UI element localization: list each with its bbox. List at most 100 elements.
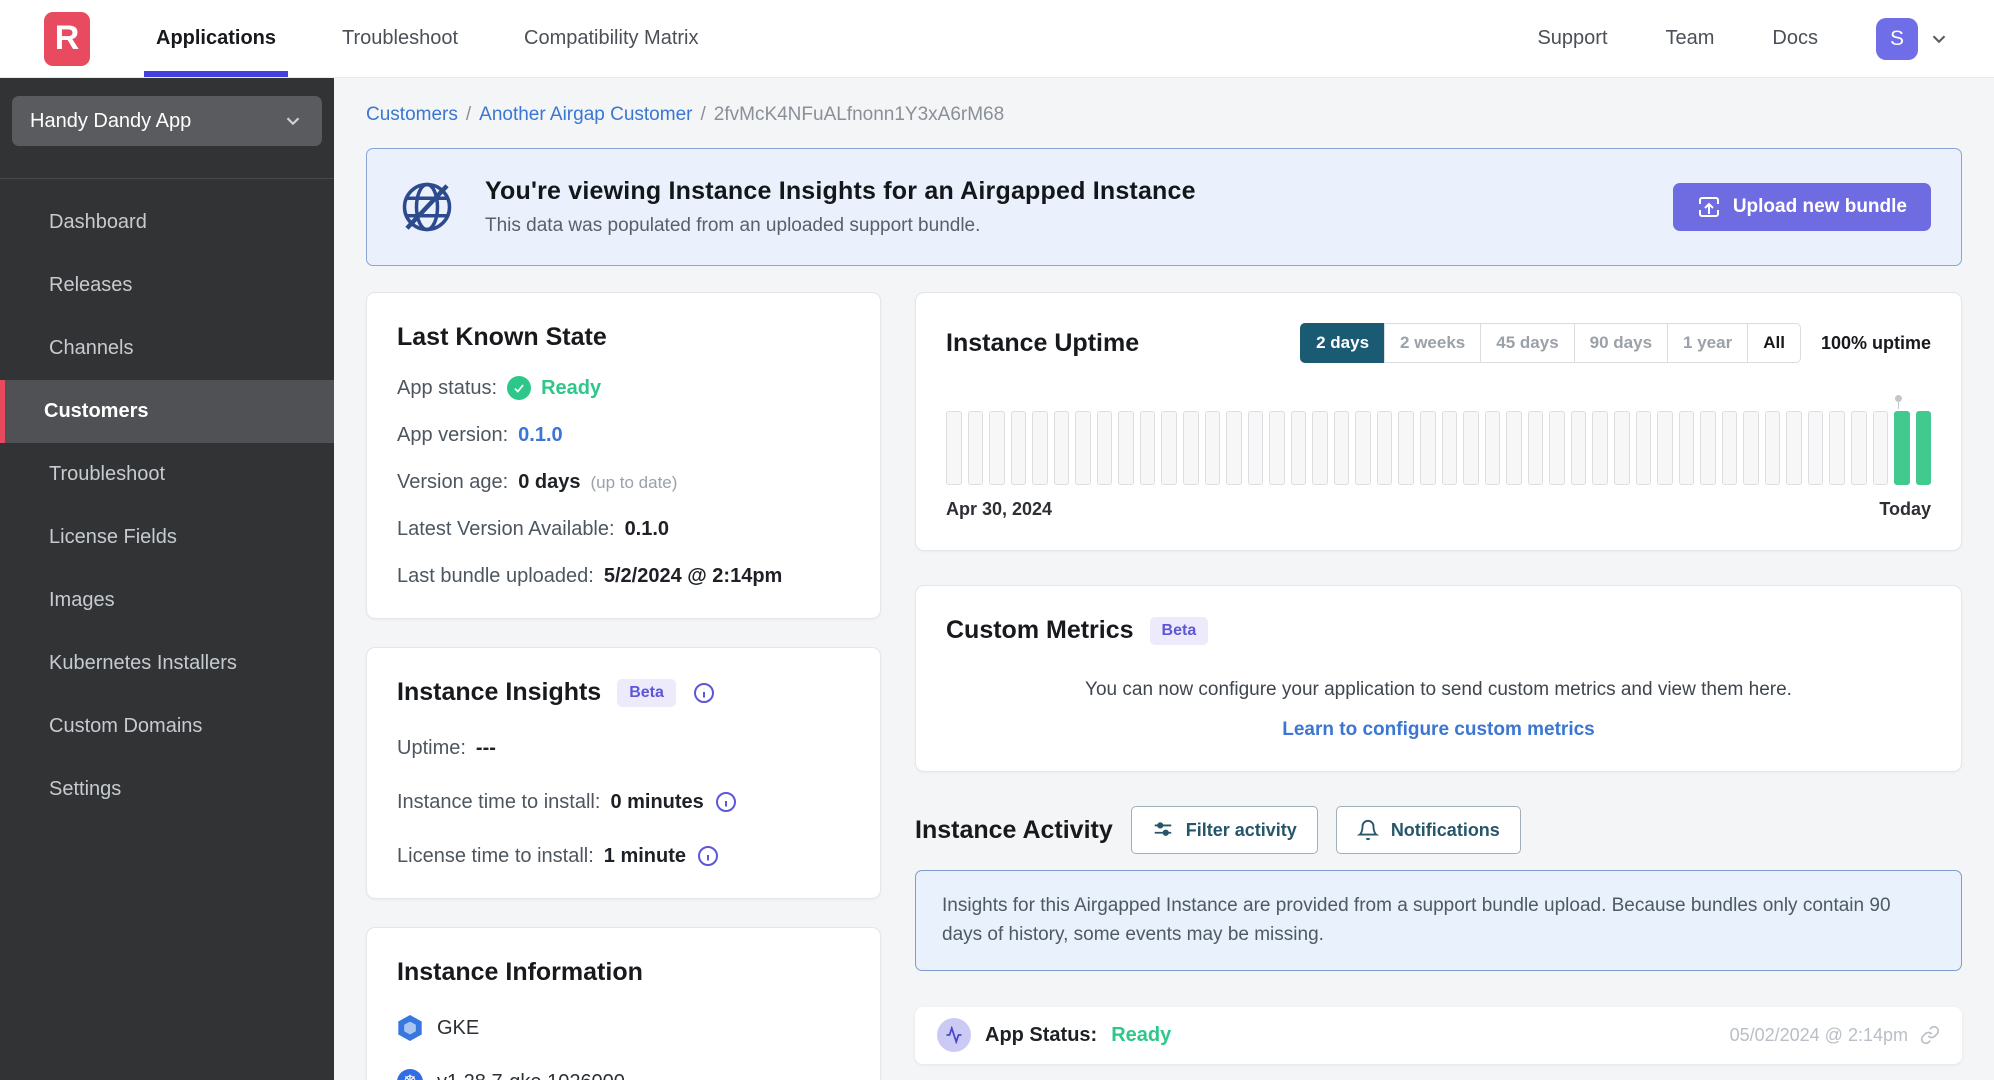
uptime-bar-empty[interactable]	[967, 411, 984, 485]
uptime-bar-empty[interactable]	[1657, 411, 1673, 485]
uptime-bar-up[interactable]	[1915, 411, 1932, 485]
sidebar-item-custom-domains[interactable]: Custom Domains	[0, 695, 334, 758]
activity-events-list: App Status: Ready 05/02/2024 @ 2:14pm	[915, 1006, 1962, 1080]
uptime-bar-empty[interactable]	[1463, 411, 1479, 485]
app-status-value: Ready	[541, 376, 602, 399]
sidebar-item-customers[interactable]: Customers	[0, 380, 334, 443]
top-nav-links: Applications Troubleshoot Compatibility …	[143, 0, 699, 77]
breadcrumb-customers-link[interactable]: Customers	[366, 104, 458, 126]
uptime-bar-empty[interactable]	[1786, 411, 1802, 485]
uptime-bar-empty[interactable]	[1247, 411, 1264, 485]
sidebar-item-dashboard[interactable]: Dashboard	[0, 191, 334, 254]
range-button-2-days[interactable]: 2 days	[1300, 323, 1386, 363]
sidebar-item-settings[interactable]: Settings	[0, 758, 334, 821]
notifications-button[interactable]: Notifications	[1335, 806, 1521, 854]
sidebar-item-releases[interactable]: Releases	[0, 254, 334, 317]
uptime-bar-empty[interactable]	[1570, 411, 1587, 485]
uptime-bar-empty[interactable]	[1484, 411, 1501, 485]
sidebar-item-channels[interactable]: Channels	[0, 317, 334, 380]
filter-activity-button[interactable]: Filter activity	[1130, 806, 1318, 854]
nav-item-compatibility-matrix[interactable]: Compatibility Matrix	[524, 0, 698, 77]
info-icon[interactable]	[714, 790, 738, 814]
app-selector-label: Handy Dandy App	[30, 109, 192, 132]
uptime-bar-empty[interactable]	[1678, 411, 1695, 485]
info-icon[interactable]	[696, 844, 720, 868]
nav-item-support[interactable]: Support	[1537, 0, 1607, 78]
link-icon[interactable]	[1920, 1025, 1940, 1045]
nav-item-troubleshoot[interactable]: Troubleshoot	[342, 0, 458, 77]
info-icon[interactable]	[692, 681, 716, 705]
uptime-bar-empty[interactable]	[1441, 411, 1458, 485]
uptime-bar-empty[interactable]	[1139, 411, 1156, 485]
uptime-bar-empty[interactable]	[946, 411, 962, 485]
activity-event-row[interactable]: App Status: Ready 05/02/2024 @ 2:14pm	[915, 1006, 1962, 1064]
app-selector-dropdown[interactable]: Handy Dandy App	[12, 96, 322, 146]
uptime-bar-empty[interactable]	[1743, 411, 1759, 485]
uptime-bar-empty[interactable]	[1269, 411, 1285, 485]
sidebar-divider	[0, 178, 334, 179]
uptime-bar-empty[interactable]	[1613, 411, 1630, 485]
uptime-bar-empty[interactable]	[1290, 411, 1307, 485]
uptime-bar-empty[interactable]	[1807, 411, 1824, 485]
sidebar-item-kubernetes-installers[interactable]: Kubernetes Installers	[0, 632, 334, 695]
uptime-bar-empty[interactable]	[1312, 411, 1328, 485]
range-button-1-year[interactable]: 1 year	[1667, 323, 1749, 363]
uptime-bar-empty[interactable]	[1764, 411, 1781, 485]
nav-item-applications[interactable]: Applications	[143, 0, 289, 77]
uptime-bar-empty[interactable]	[1032, 411, 1048, 485]
uptime-bar-empty[interactable]	[1010, 411, 1027, 485]
uptime-bar-empty[interactable]	[1549, 411, 1565, 485]
uptime-bar-empty[interactable]	[1355, 411, 1371, 485]
uptime-bar-empty[interactable]	[1829, 411, 1845, 485]
breadcrumb-instance-id: 2fvMcK4NFuALfnonn1Y3xA6rM68	[713, 104, 1005, 125]
uptime-bar-empty[interactable]	[1592, 411, 1608, 485]
uptime-bar-empty[interactable]	[1527, 411, 1544, 485]
breadcrumb-customer-link[interactable]: Another Airgap Customer	[479, 104, 692, 126]
nav-item-docs[interactable]: Docs	[1772, 0, 1818, 78]
uptime-bar-empty[interactable]	[1420, 411, 1436, 485]
range-button-90-days[interactable]: 90 days	[1573, 323, 1669, 363]
uptime-bar-empty[interactable]	[1376, 411, 1393, 485]
range-button-45-days[interactable]: 45 days	[1480, 323, 1575, 363]
avatar[interactable]: S	[1876, 17, 1918, 60]
instance-activity-header: Instance Activity Filter activity Notifi…	[915, 806, 1962, 854]
row-label: Instance time to install:	[397, 790, 601, 813]
app-version-link[interactable]: 0.1.0	[518, 424, 562, 447]
uptime-bar-empty[interactable]	[1721, 411, 1738, 485]
chevron-down-icon[interactable]	[1928, 28, 1950, 50]
instance-time-value: 0 minutes	[610, 790, 704, 813]
uptime-bar-empty[interactable]	[1204, 411, 1221, 485]
sidebar-item-troubleshoot[interactable]: Troubleshoot	[0, 443, 334, 506]
uptime-bar-empty[interactable]	[1850, 411, 1867, 485]
uptime-bar-empty[interactable]	[1398, 411, 1415, 485]
uptime-bar-empty[interactable]	[1226, 411, 1242, 485]
license-time-value: 1 minute	[603, 844, 687, 867]
instance-uptime-card: Instance Uptime 2 days 2 weeks 45 days 9…	[915, 292, 1962, 551]
range-button-all[interactable]: All	[1747, 323, 1801, 363]
uptime-bar-empty[interactable]	[1161, 411, 1178, 485]
uptime-bar-empty[interactable]	[1075, 411, 1091, 485]
last-known-state-card: Last Known State App status: Ready App v…	[366, 292, 881, 619]
uptime-range-selector: 2 days 2 weeks 45 days 90 days 1 year Al…	[1300, 323, 1801, 363]
uptime-bar-empty[interactable]	[1635, 411, 1652, 485]
uptime-bar-empty[interactable]	[1096, 411, 1113, 485]
sidebar-item-images[interactable]: Images	[0, 569, 334, 632]
uptime-bar-empty[interactable]	[1872, 411, 1889, 485]
uptime-bar-empty[interactable]	[1700, 411, 1716, 485]
account-menu[interactable]: S	[1876, 17, 1950, 60]
beta-badge: Beta	[1149, 616, 1209, 645]
upload-new-bundle-button[interactable]: Upload new bundle	[1672, 183, 1931, 231]
uptime-bar-empty[interactable]	[1053, 411, 1070, 485]
uptime-bar-empty[interactable]	[1333, 411, 1350, 485]
sidebar-item-license-fields[interactable]: License Fields	[0, 506, 334, 569]
uptime-bar-empty[interactable]	[1506, 411, 1522, 485]
activity-pulse-icon	[937, 1018, 971, 1053]
replicated-logo-icon[interactable]: R	[44, 11, 90, 66]
uptime-bar-empty[interactable]	[1183, 411, 1199, 485]
configure-custom-metrics-link[interactable]: Learn to configure custom metrics	[946, 719, 1931, 741]
uptime-bar-empty[interactable]	[1118, 411, 1134, 485]
uptime-bar-empty[interactable]	[989, 411, 1005, 485]
range-button-2-weeks[interactable]: 2 weeks	[1384, 323, 1482, 363]
uptime-bar-up[interactable]	[1894, 411, 1910, 485]
nav-item-team[interactable]: Team	[1666, 0, 1715, 78]
